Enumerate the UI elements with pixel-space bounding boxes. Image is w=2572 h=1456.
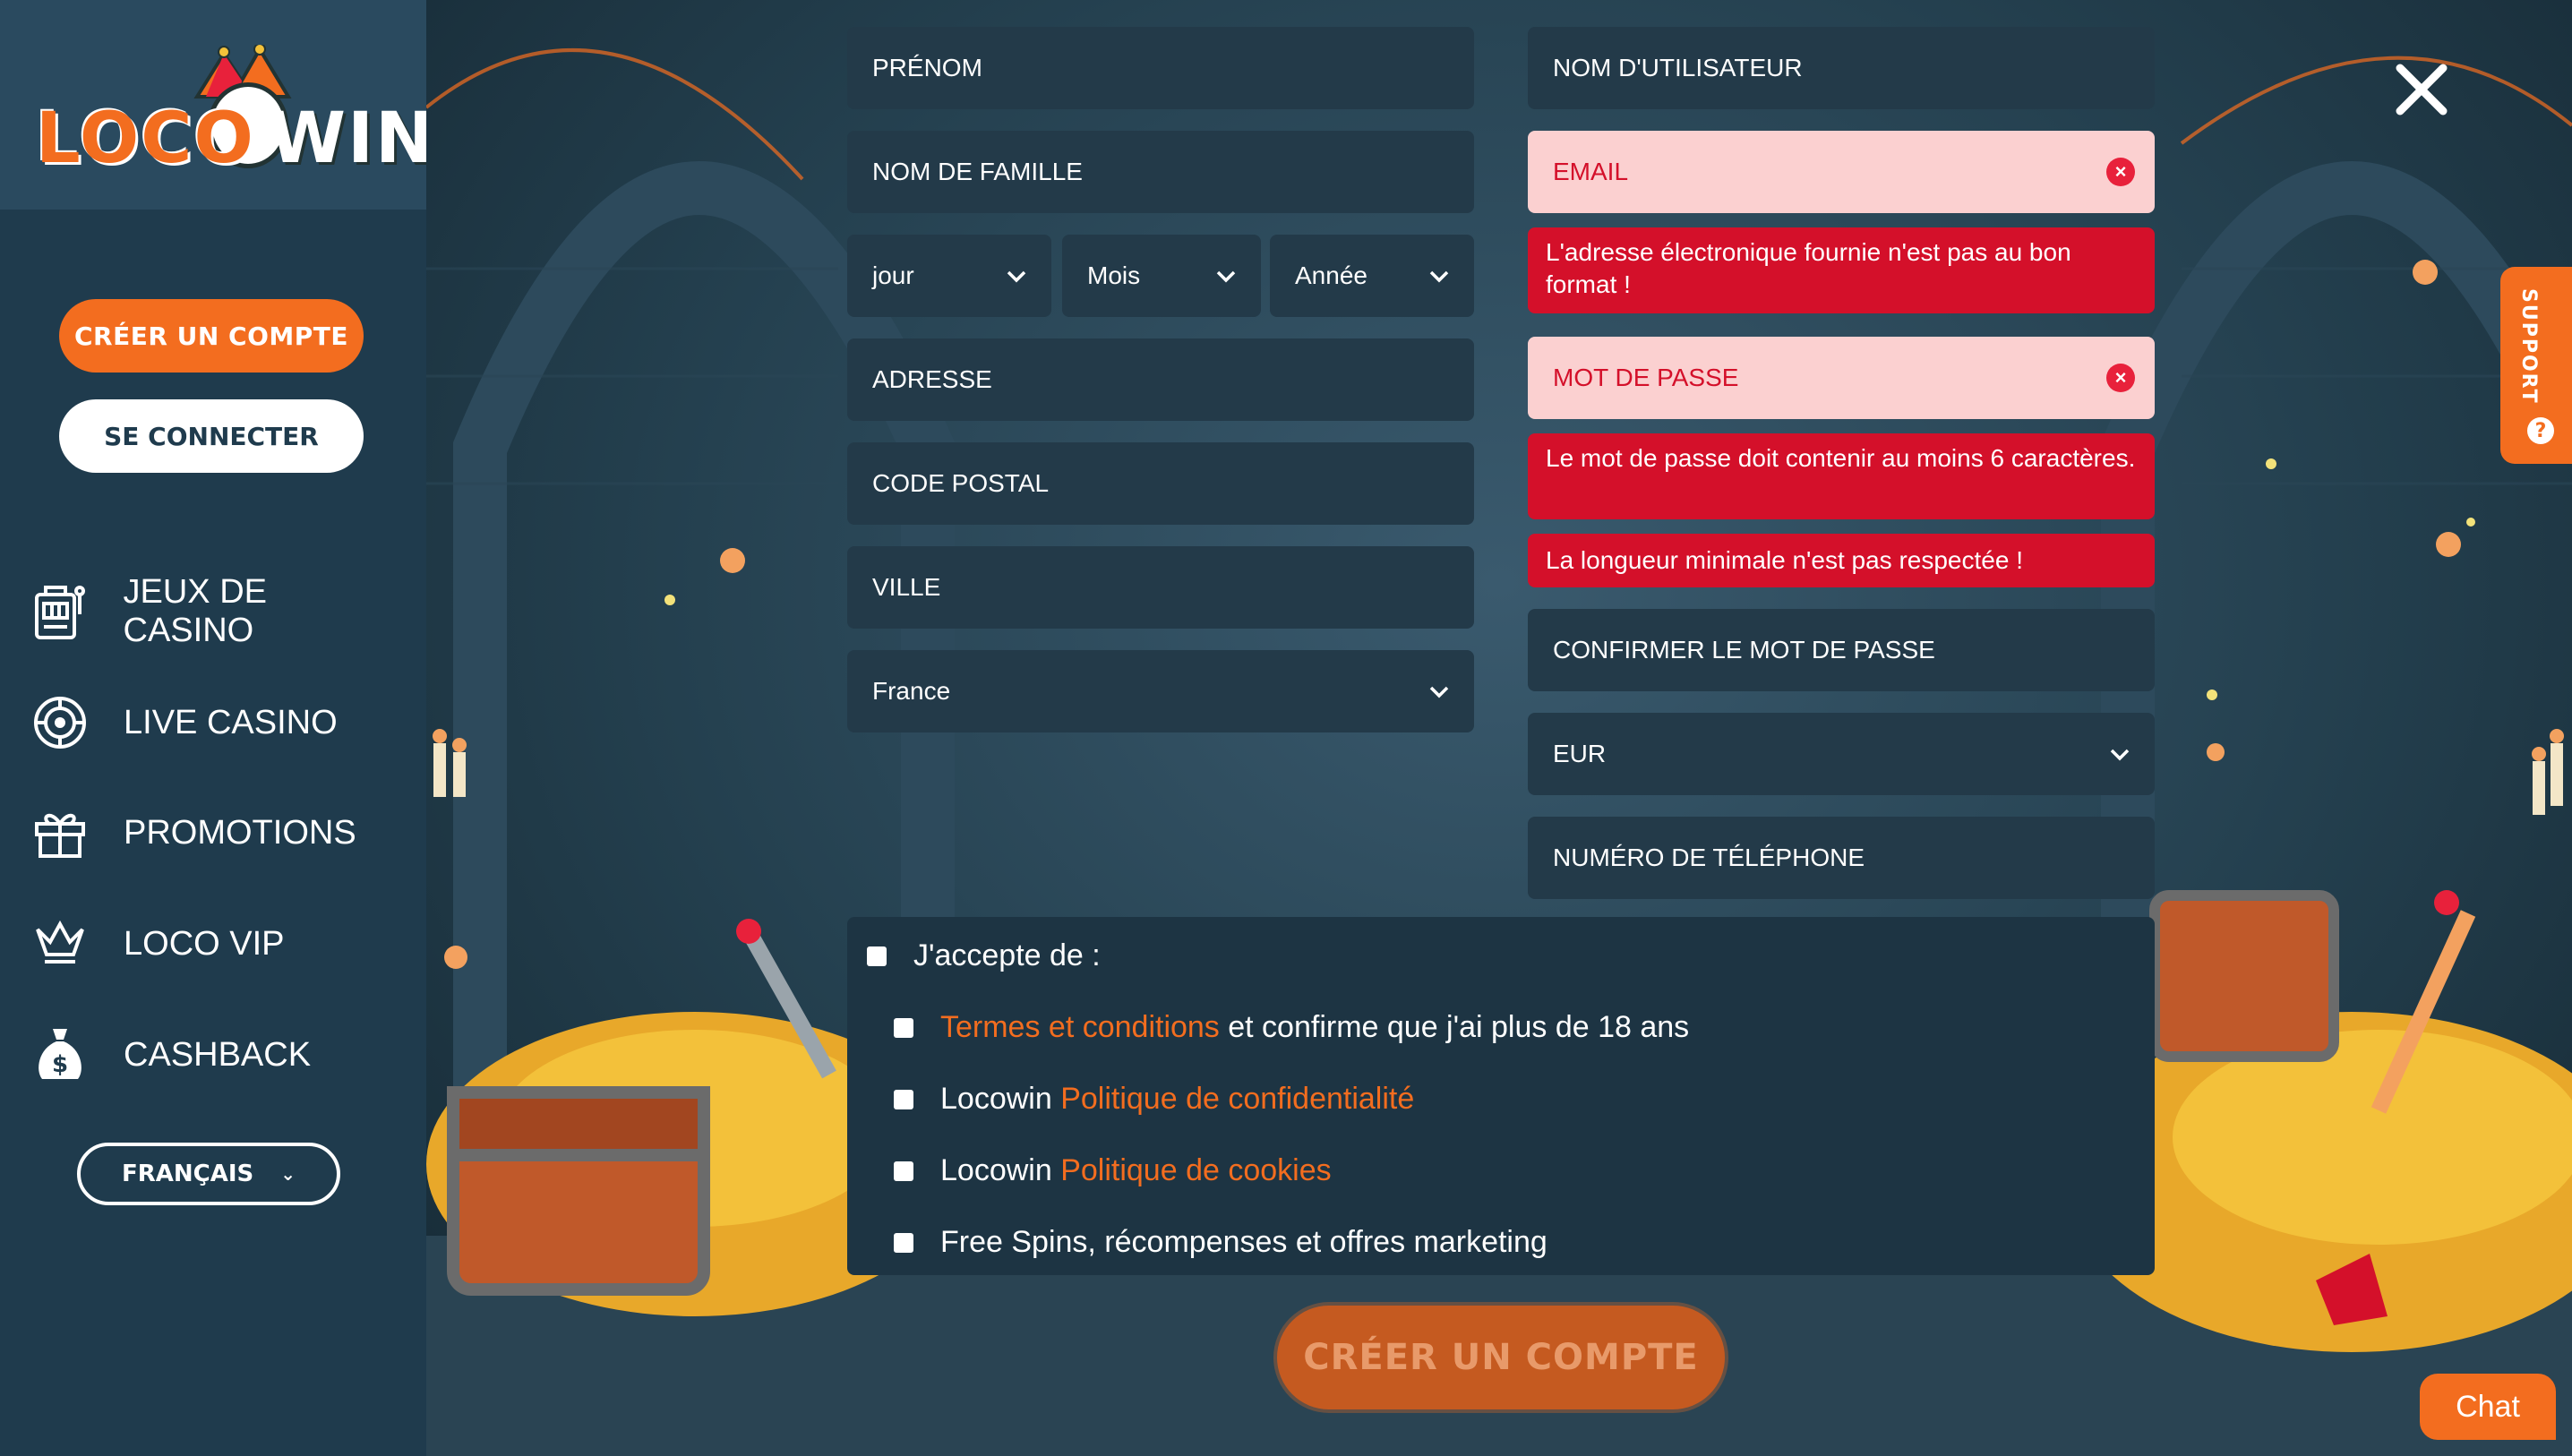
email-field[interactable]: EMAIL ×	[1528, 131, 2155, 213]
username-placeholder: NOM D'UTILISATEUR	[1553, 54, 1803, 81]
support-label: SUPPORT	[2517, 288, 2540, 405]
logo-text-win: WIN	[269, 98, 436, 179]
sidebar: LOCO WIN CRÉER UN COMPTE SE CONNECTER JE…	[0, 0, 433, 1456]
postal-code-placeholder: CODE POSTAL	[872, 469, 1050, 497]
terms-link[interactable]: Termes et conditions	[940, 1010, 1220, 1045]
svg-text:$: $	[52, 1051, 68, 1078]
error-icon: ×	[2106, 364, 2135, 392]
consent-panel: J'accepte de : Termes et conditions et c…	[847, 917, 2155, 1275]
nav-item-live-casino[interactable]: LIVE CASINO	[29, 687, 405, 758]
sparkle	[2266, 458, 2276, 469]
gift-icon	[29, 801, 91, 864]
chevron-down-icon	[1429, 270, 1449, 283]
language-label: FRANÇAIS	[121, 1161, 254, 1187]
currency-select[interactable]: EUR	[1528, 713, 2155, 795]
sparkle	[664, 595, 675, 605]
nav-label: CASHBACK	[124, 1035, 312, 1074]
roulette-icon	[29, 691, 91, 754]
terms-checkbox[interactable]	[894, 1017, 913, 1038]
login-button[interactable]: SE CONNECTER	[59, 399, 364, 473]
marketing-label: Free Spins, récompenses et offres market…	[940, 1225, 1547, 1259]
logo-text-loco: LOCO	[36, 98, 255, 179]
address-field[interactable]: ADRESSE	[847, 338, 1474, 421]
dob-day-select[interactable]: jour	[847, 235, 1051, 317]
sparkle	[720, 548, 745, 573]
sparkle	[444, 946, 467, 969]
accept-all-label: J'accepte de :	[913, 938, 1101, 972]
nav-label: PROMOTIONS	[124, 813, 356, 852]
username-field[interactable]: NOM D'UTILISATEUR	[1528, 27, 2155, 109]
city-placeholder: VILLE	[872, 573, 941, 601]
phone-field[interactable]: NUMÉRO DE TÉLÉPHONE	[1528, 817, 2155, 899]
password-field[interactable]: MOT DE PASSE ×	[1528, 337, 2155, 419]
error-icon: ×	[2106, 158, 2135, 186]
create-account-button[interactable]: CRÉER UN COMPTE	[59, 299, 364, 373]
dob-day-value: jour	[872, 261, 914, 289]
chevron-down-icon	[1007, 270, 1026, 283]
chevron-down-icon	[2110, 749, 2130, 761]
dob-month-value: Mois	[1087, 261, 1141, 289]
marketing-row[interactable]: Free Spins, récompenses et offres market…	[894, 1225, 1547, 1260]
email-placeholder: EMAIL	[1553, 158, 1629, 185]
address-placeholder: ADRESSE	[872, 365, 992, 393]
first-name-placeholder: PRÉNOM	[872, 54, 982, 81]
nav-item-loco-vip[interactable]: LOCO VIP	[29, 908, 405, 980]
last-name-field[interactable]: NOM DE FAMILLE	[847, 131, 1474, 213]
help-icon: ?	[2527, 417, 2554, 444]
password-error-message: Le mot de passe doit contenir au moins 6…	[1528, 433, 2155, 519]
terms-text: et confirme que j'ai plus de 18 ans	[1219, 1010, 1690, 1044]
sparkle	[2436, 532, 2461, 557]
language-selector[interactable]: FRANÇAIS ⌄	[77, 1143, 340, 1205]
cookies-prefix: Locowin	[940, 1153, 1061, 1187]
privacy-link[interactable]: Politique de confidentialité	[1060, 1082, 1414, 1117]
cookies-link[interactable]: Politique de cookies	[1060, 1153, 1331, 1188]
nav-item-casino-games[interactable]: JEUX DE CASINO	[29, 573, 405, 649]
crown-icon	[29, 912, 91, 975]
chevron-down-icon	[1216, 270, 1236, 283]
first-name-field[interactable]: PRÉNOM	[847, 27, 1474, 109]
password-length-error: La longueur minimale n'est pas respectée…	[1528, 534, 2155, 587]
confirm-password-placeholder: CONFIRMER LE MOT DE PASSE	[1553, 636, 1935, 664]
postal-code-field[interactable]: CODE POSTAL	[847, 442, 1474, 525]
cookies-row[interactable]: Locowin Politique de cookies	[894, 1153, 1332, 1188]
sparkle	[2207, 743, 2225, 761]
support-tab[interactable]: SUPPORT ?	[2500, 267, 2572, 464]
sparkle	[2413, 260, 2438, 285]
slot-machine-icon	[29, 580, 91, 643]
sparkle	[2207, 689, 2217, 700]
logo[interactable]: LOCO WIN	[0, 0, 433, 210]
phone-placeholder: NUMÉRO DE TÉLÉPHONE	[1553, 844, 1865, 871]
password-placeholder: MOT DE PASSE	[1553, 364, 1739, 391]
chevron-down-icon	[1429, 686, 1449, 698]
nav-label: LOCO VIP	[124, 924, 285, 963]
sparkle	[2466, 518, 2475, 527]
country-select[interactable]: France	[847, 650, 1474, 732]
privacy-row[interactable]: Locowin Politique de confidentialité	[894, 1082, 1414, 1117]
nav-label: JEUX DE CASINO	[123, 573, 267, 649]
cookies-checkbox[interactable]	[894, 1161, 913, 1181]
dob-year-select[interactable]: Année	[1270, 235, 1474, 317]
dob-month-select[interactable]: Mois	[1062, 235, 1261, 317]
country-value: France	[872, 677, 951, 705]
money-bag-icon: $	[29, 1023, 91, 1086]
chevron-down-icon: ⌄	[280, 1163, 296, 1185]
city-field[interactable]: VILLE	[847, 546, 1474, 629]
dob-year-value: Année	[1295, 261, 1367, 289]
currency-value: EUR	[1553, 740, 1607, 767]
accept-all-checkbox[interactable]	[867, 946, 887, 966]
email-error-message: L'adresse électronique fournie n'est pas…	[1528, 227, 2155, 313]
last-name-placeholder: NOM DE FAMILLE	[872, 158, 1083, 185]
nav-item-promotions[interactable]: PROMOTIONS	[29, 797, 405, 869]
terms-row[interactable]: Termes et conditions et confirme que j'a…	[894, 1010, 1689, 1045]
nav-item-cashback[interactable]: $ CASHBACK	[29, 1019, 405, 1091]
nav-label: LIVE CASINO	[124, 703, 338, 741]
submit-create-account-button[interactable]: CRÉER UN COMPTE	[1277, 1306, 1725, 1409]
privacy-prefix: Locowin	[940, 1082, 1061, 1116]
chat-button[interactable]: Chat	[2420, 1374, 2556, 1440]
marketing-checkbox[interactable]	[894, 1232, 913, 1253]
confirm-password-field[interactable]: CONFIRMER LE MOT DE PASSE	[1528, 609, 2155, 691]
privacy-checkbox[interactable]	[894, 1089, 913, 1109]
close-icon[interactable]	[2393, 61, 2450, 118]
accept-all-row[interactable]: J'accepte de :	[867, 938, 1101, 973]
